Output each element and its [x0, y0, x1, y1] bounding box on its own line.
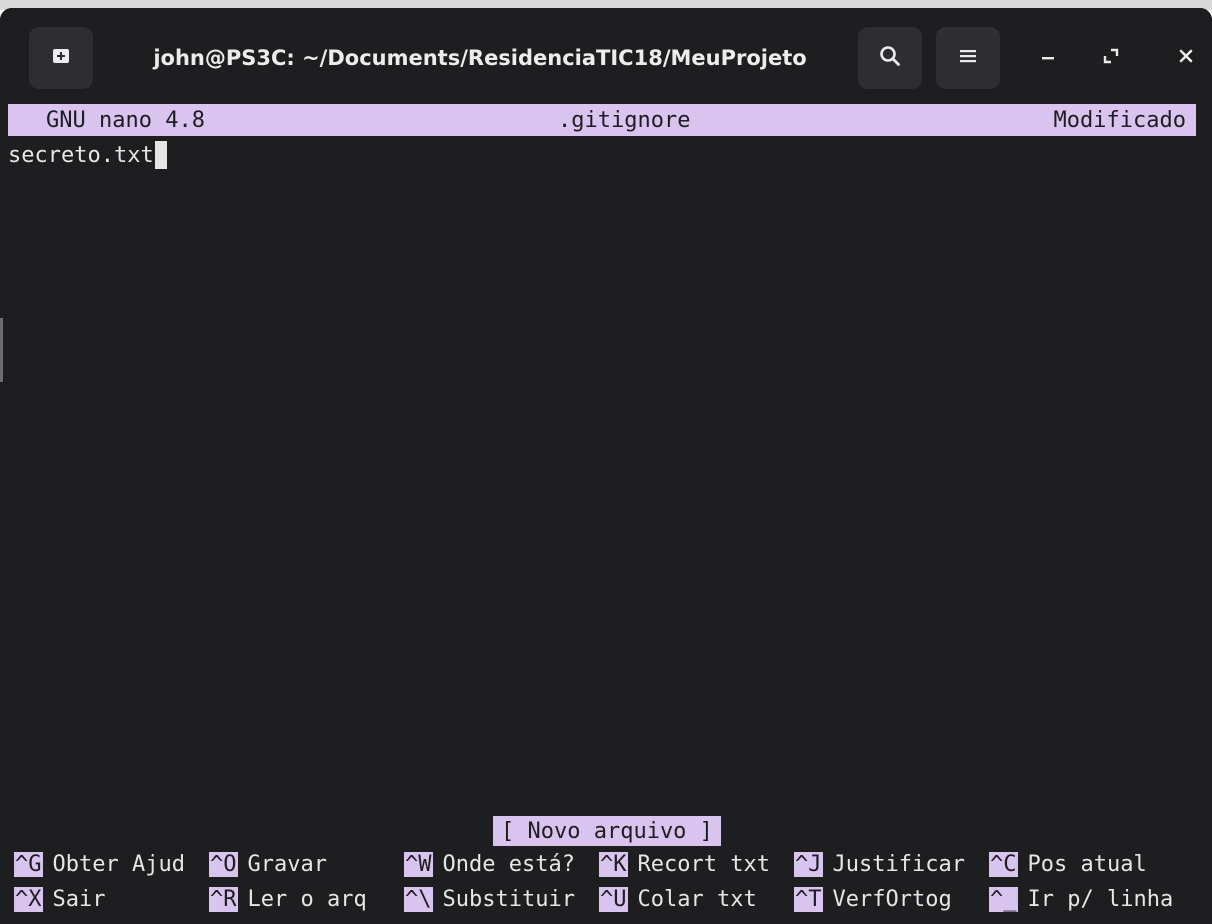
new-tab-icon [52, 47, 70, 70]
shortcut-label: Recort txt [637, 852, 770, 877]
maximize-button[interactable] [1085, 27, 1137, 89]
shortcut-key: ^R [209, 887, 238, 912]
shortcut-paste-text[interactable]: ^U Colar txt [599, 883, 757, 916]
editor-line[interactable]: secreto.txt [8, 140, 167, 170]
shortcut-cur-pos[interactable]: ^C Pos atual [989, 848, 1147, 881]
shortcut-label: Pos atual [1027, 852, 1147, 877]
shortcut-key: ^G [14, 852, 43, 877]
shortcut-label: Colar txt [637, 887, 757, 912]
shortcut-key: ^_ [989, 887, 1018, 912]
text-cursor [154, 141, 167, 169]
shortcut-label: Ir p/ linha [1027, 887, 1174, 912]
shortcut-label: Ler o arq [247, 887, 367, 912]
shortcut-help[interactable]: ^G Obter Ajud [14, 848, 185, 881]
shortcut-label: Obter Ajud [52, 852, 185, 877]
maximize-icon [1102, 47, 1120, 70]
shortcut-key: ^T [794, 887, 823, 912]
shortcut-cut-text[interactable]: ^K Recort txt [599, 848, 770, 881]
shortcut-bar: ^G Obter Ajud ^O Gravar ^W Onde está? ^K Rec… [8, 848, 1212, 918]
shortcut-label: Justificar [832, 852, 965, 877]
shortcut-key: ^J [794, 852, 823, 877]
title-bar: john@PS3C: ~/Documents/ResidenciaTIC18/M… [0, 8, 1212, 104]
shortcut-label: Gravar [247, 852, 327, 877]
shortcut-label: VerfOrtog [832, 887, 952, 912]
shortcut-label: Substituir [442, 887, 575, 912]
shortcut-where-is[interactable]: ^W Onde está? [404, 848, 575, 881]
menu-button[interactable] [936, 27, 1000, 89]
shortcut-save[interactable]: ^O Gravar [209, 848, 327, 881]
shortcut-spell[interactable]: ^T VerfOrtog [794, 883, 952, 916]
search-icon [879, 45, 901, 72]
shortcut-key: ^U [599, 887, 628, 912]
shortcut-label: Sair [52, 887, 106, 912]
minimize-button[interactable] [1022, 27, 1074, 89]
shortcut-replace[interactable]: ^\ Substituir [404, 883, 575, 916]
shortcut-key: ^W [404, 852, 433, 877]
modified-indicator: Modificado [1053, 107, 1186, 133]
shortcut-justify[interactable]: ^J Justificar [794, 848, 965, 881]
shortcut-exit[interactable]: ^X Sair [14, 883, 105, 916]
nano-header-bar: GNU nano 4.8 .gitignore Modificado [8, 104, 1196, 136]
shortcut-key: ^X [14, 887, 43, 912]
shortcut-key: ^O [209, 852, 238, 877]
close-button[interactable] [1160, 27, 1212, 89]
terminal-window: john@PS3C: ~/Documents/ResidenciaTIC18/M… [0, 8, 1212, 924]
scrollbar-indicator[interactable] [0, 318, 3, 382]
window-title: john@PS3C: ~/Documents/ResidenciaTIC18/M… [153, 46, 807, 70]
menu-icon [959, 48, 977, 69]
shortcut-row-1: ^G Obter Ajud ^O Gravar ^W Onde está? ^K Rec… [8, 848, 1212, 883]
minimize-icon [1040, 48, 1056, 69]
close-icon [1178, 48, 1194, 69]
shortcut-key: ^K [599, 852, 628, 877]
shortcut-label: Onde está? [442, 852, 575, 877]
search-button[interactable] [858, 27, 922, 89]
status-message: [ Novo arquivo ] [493, 816, 721, 846]
shortcut-read-file[interactable]: ^R Ler o arq [209, 883, 367, 916]
line-text: secreto.txt [8, 142, 154, 168]
shortcut-go-to-line[interactable]: ^_ Ir p/ linha [989, 883, 1173, 916]
new-tab-button[interactable] [29, 27, 93, 89]
file-name: .gitignore [558, 107, 691, 133]
terminal-area[interactable]: GNU nano 4.8 .gitignore Modificado secre… [8, 104, 1212, 924]
shortcut-key: ^C [989, 852, 1018, 877]
nano-version: GNU nano 4.8 [46, 107, 205, 133]
shortcut-key: ^\ [404, 887, 433, 912]
shortcut-row-2: ^X Sair ^R Ler o arq ^\ Substituir ^U Colar … [8, 883, 1212, 918]
